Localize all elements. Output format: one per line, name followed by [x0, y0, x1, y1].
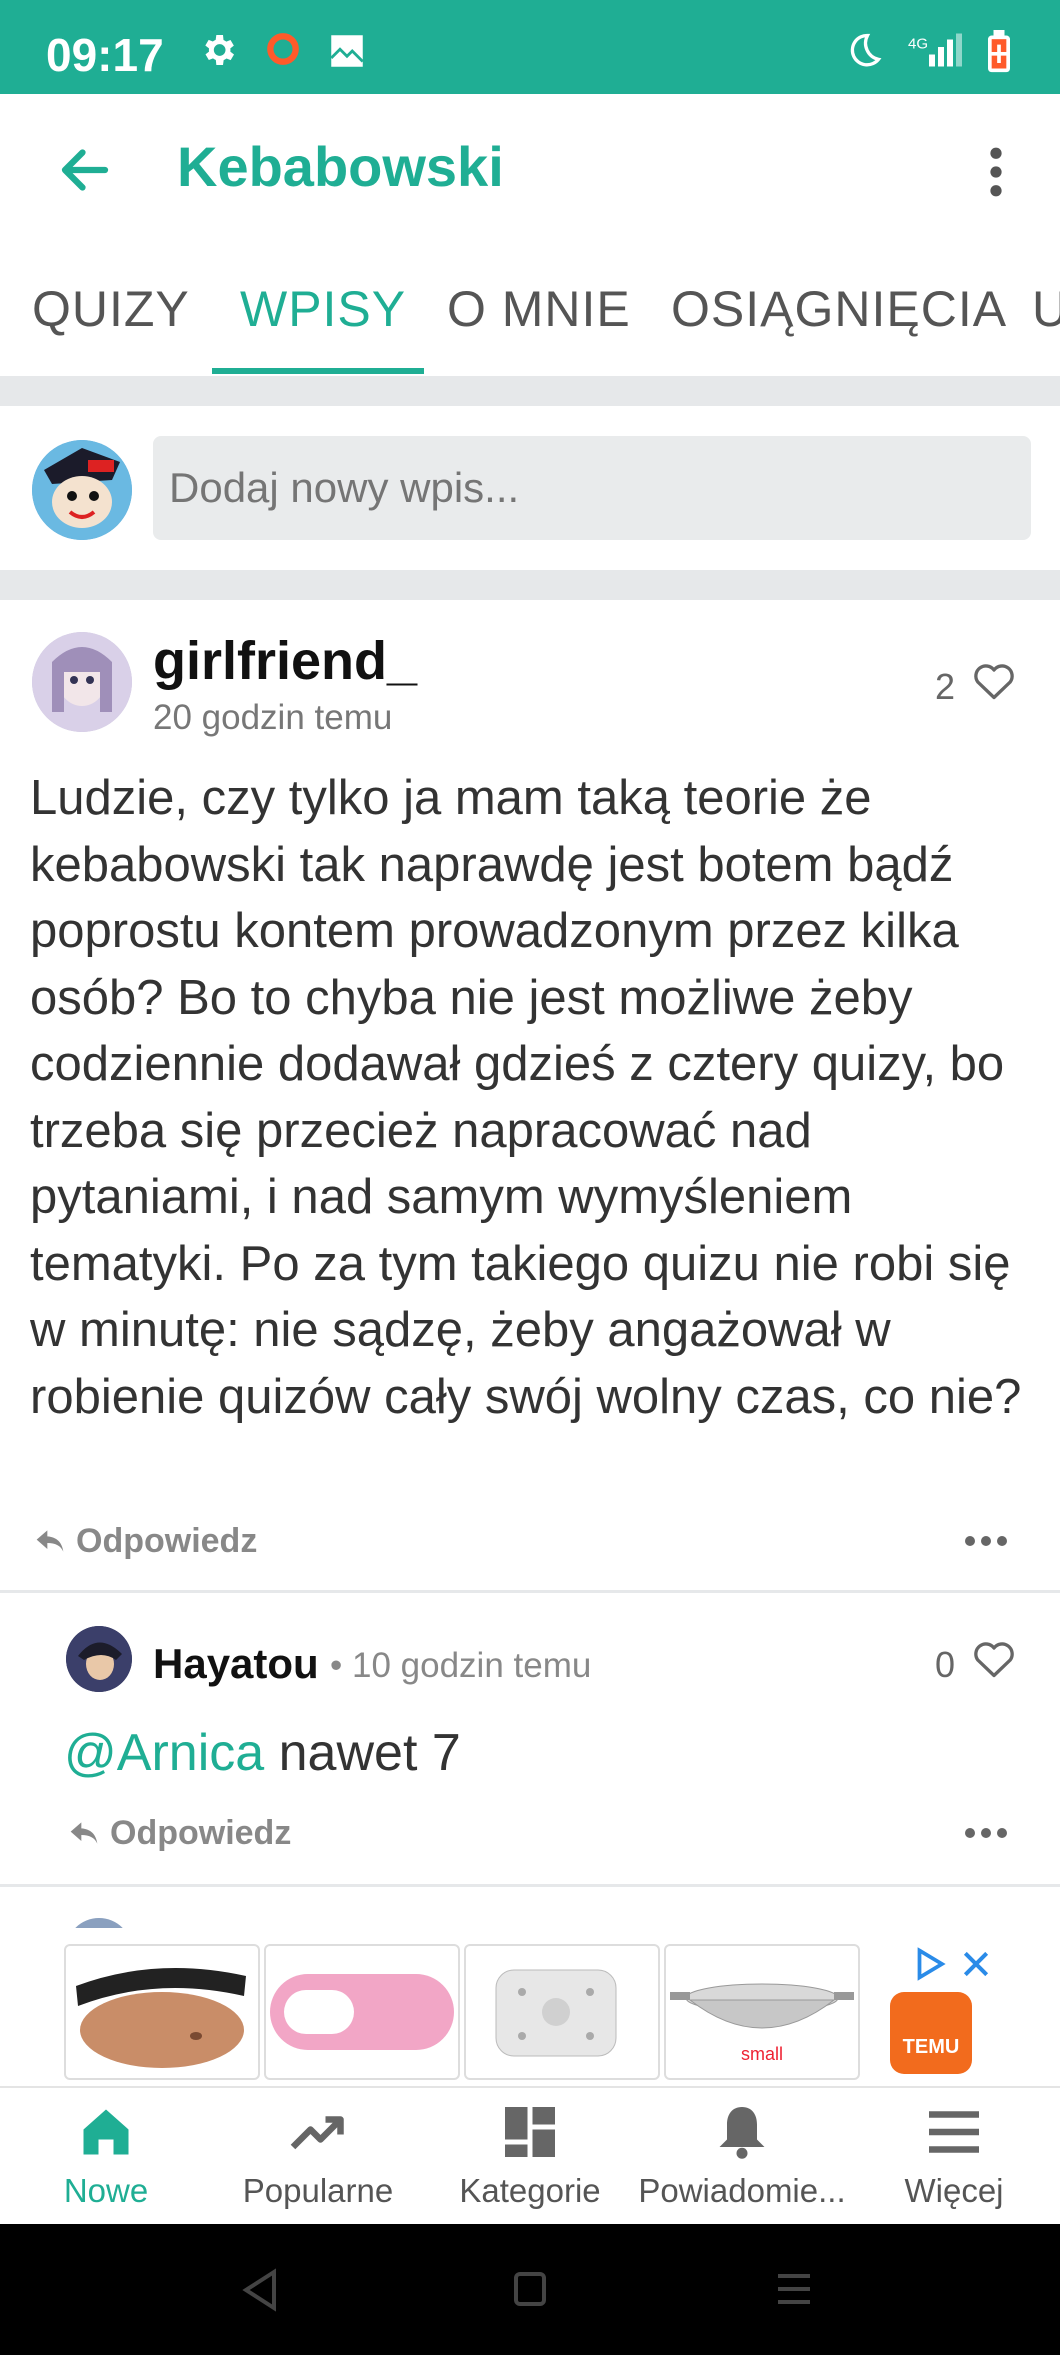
post-author-avatar[interactable]	[32, 632, 132, 732]
ad-tile-caption: small	[740, 2044, 783, 2064]
post-author-name[interactable]: girlfriend_	[153, 630, 417, 692]
reply-arrow-icon	[70, 1822, 98, 1844]
record-icon	[267, 33, 299, 65]
product-image	[495, 1969, 617, 2057]
heart-icon[interactable]	[972, 1638, 1016, 1680]
heart-icon[interactable]	[972, 660, 1016, 702]
ad-product-tile[interactable]	[64, 1944, 260, 2080]
tab-quizy[interactable]: QUIZY	[32, 280, 190, 338]
status-bar: 09:17 4G	[0, 0, 1060, 94]
nav-nowe[interactable]: Nowe	[0, 2088, 212, 2226]
moon-icon	[850, 33, 882, 67]
comment-like-count: 0	[935, 1644, 956, 1685]
ad-product-tile[interactable]	[464, 1944, 660, 2080]
tab-osiagniecia[interactable]: OSIĄGNIĘCIA	[671, 280, 1007, 338]
nav-label: Nowe	[63, 2172, 149, 2209]
gear-icon	[205, 35, 234, 65]
more-vertical-icon[interactable]	[968, 142, 1024, 202]
app-bar: Kebabowski	[0, 94, 1060, 244]
avatar-image	[32, 632, 132, 732]
comment-timestamp: • 10 godzin temu	[330, 1646, 591, 1686]
status-time: 09:17	[46, 29, 164, 81]
nav-label: Powiadomie...	[638, 2172, 846, 2209]
back-arrow-icon[interactable]	[50, 140, 120, 200]
section-divider	[0, 570, 1060, 600]
system-back-icon[interactable]	[240, 2268, 280, 2312]
ad-banner[interactable]: small TEMU	[0, 1928, 1060, 2084]
reply-arrow-icon	[36, 1530, 64, 1552]
nav-label: Kategorie	[459, 2172, 601, 2209]
system-home-icon[interactable]	[512, 2270, 548, 2308]
svg-text:4G: 4G	[908, 36, 928, 53]
post-card: girlfriend_ 20 godzin temu 2 Ludzie, czy…	[0, 600, 1060, 1590]
comment-separator: •	[330, 1646, 343, 1685]
nav-popularne[interactable]: Popularne	[212, 2088, 424, 2226]
system-recents-icon[interactable]	[774, 2270, 814, 2308]
menu-lines-icon	[929, 2111, 979, 2153]
photo-icon	[330, 35, 364, 67]
trending-icon	[290, 2116, 344, 2150]
temu-brand-text: TEMU	[902, 2036, 960, 2058]
mention-link[interactable]: @Arnica	[64, 1724, 264, 1782]
temu-logo[interactable]: TEMU	[890, 1992, 972, 2074]
comment-divider	[0, 1884, 1060, 1887]
battery-icon	[988, 30, 1010, 73]
comment-author-avatar[interactable]	[66, 1626, 132, 1692]
compose-section	[0, 406, 1060, 570]
my-avatar[interactable]	[32, 440, 132, 540]
post-like-count: 2	[935, 666, 956, 707]
new-post-input[interactable]	[153, 436, 1031, 540]
comment-divider	[0, 1590, 1060, 1593]
close-icon[interactable]	[960, 1948, 992, 1980]
avatar-image	[66, 1626, 132, 1692]
home-icon	[83, 2109, 129, 2155]
more-horizontal-icon[interactable]	[964, 1534, 1008, 1548]
reply-button[interactable]: Odpowiedz	[34, 1522, 257, 1561]
tab-wpisy[interactable]: WPISY	[240, 280, 406, 338]
signal-icon: 4G	[908, 33, 962, 67]
bottom-navigation: Nowe Popularne Kategorie Powiadomie... W…	[0, 2086, 1060, 2226]
ad-product-tile[interactable]: small	[664, 1944, 860, 2080]
nav-label: Popularne	[242, 2172, 394, 2209]
comment-time-text: 10 godzin temu	[352, 1646, 592, 1685]
bell-icon	[719, 2107, 765, 2159]
more-horizontal-icon[interactable]	[964, 1826, 1008, 1840]
nav-wiecej[interactable]: Więcej	[848, 2088, 1060, 2226]
ad-product-tile[interactable]	[264, 1944, 460, 2080]
comment-reply-button[interactable]: Odpowiedz	[68, 1814, 291, 1853]
reply-label: Odpowiedz	[110, 1814, 292, 1852]
profile-tabs: QUIZY WPISY O MNIE OSIĄGNIĘCIA U	[0, 244, 1060, 376]
nav-powiadomienia[interactable]: Powiadomie...	[636, 2088, 848, 2226]
avatar-image	[32, 440, 132, 540]
ad-choices-icon[interactable]	[912, 1946, 948, 1982]
nav-kategorie[interactable]: Kategorie	[424, 2088, 636, 2226]
tab-overflow[interactable]: U	[1032, 280, 1060, 338]
section-divider	[0, 376, 1060, 406]
post-body-text: Ludzie, czy tylko ja mam taką teorie że …	[30, 771, 1022, 1424]
active-tab-indicator	[212, 368, 424, 374]
product-image	[76, 1968, 246, 2068]
grid-icon	[505, 2107, 555, 2157]
system-navigation-bar	[0, 2224, 1060, 2355]
product-image	[270, 1974, 454, 2050]
comment-author-name[interactable]: Hayatou	[153, 1640, 319, 1688]
tab-o-mnie[interactable]: O MNIE	[447, 280, 631, 338]
comment-text: nawet 7	[264, 1724, 461, 1782]
comment-body-text: @Arnica nawet 7	[64, 1723, 461, 1783]
post-timestamp: 20 godzin temu	[153, 698, 393, 737]
nav-label: Więcej	[904, 2172, 1004, 2209]
reply-label: Odpowiedz	[76, 1522, 258, 1560]
page-title: Kebabowski	[177, 135, 504, 198]
